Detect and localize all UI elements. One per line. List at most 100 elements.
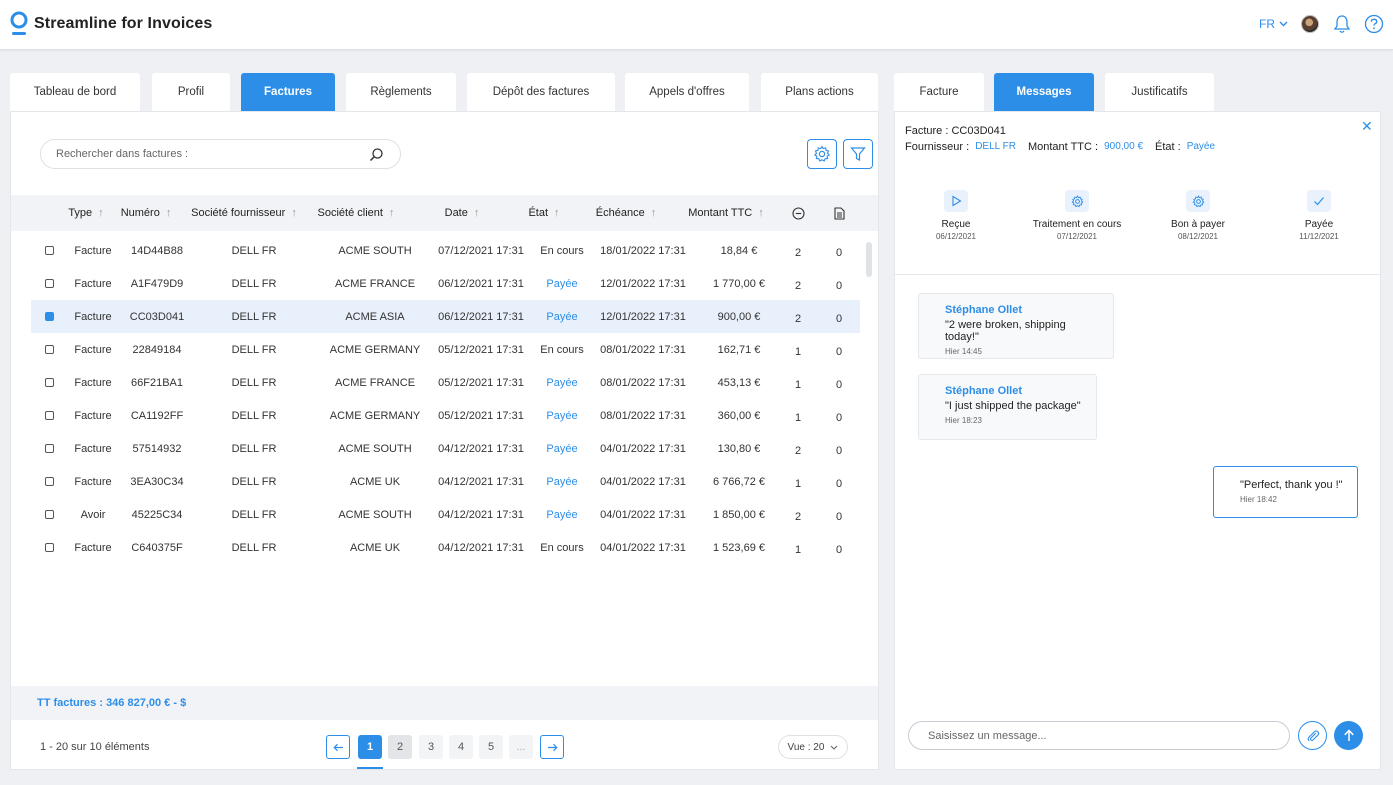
table-row[interactable]: Facture C640375F DELL FR ACME UK 04/12/2021 … (31, 531, 860, 564)
sort-arrow-icon: ↑ (165, 207, 172, 219)
cell-etat: Payée (546, 442, 578, 455)
cell-numero: 45225C34 (131, 508, 183, 521)
table-row[interactable]: Facture 22849184 DELL FR ACME GERMANY 05/12/… (31, 333, 860, 366)
message-input[interactable]: Saisissez un message... (908, 721, 1290, 750)
tab-depot-des-factures[interactable]: Dépôt des factures (467, 73, 615, 111)
table-row[interactable]: Facture CA1192FF DELL FR ACME GERMANY 05/12/… (31, 399, 860, 432)
table-row[interactable]: Facture CC03D041 DELL FR ACME ASIA 06/12/202… (31, 300, 860, 333)
cell-numero: C640375F (131, 541, 183, 554)
bell-icon[interactable] (1333, 14, 1351, 34)
cell-comments: 2 (794, 246, 802, 259)
column-header-fournisseur[interactable]: Société fournisseur ↑ (189, 195, 299, 231)
row-checkbox[interactable] (45, 543, 54, 552)
send-button[interactable] (1334, 721, 1363, 750)
supplier-value[interactable]: DELL FR (975, 141, 1016, 153)
page-button-4[interactable]: 4 (449, 735, 473, 759)
cell-docs: 0 (835, 411, 843, 424)
cell-echeance: 04/01/2022 17:31 (600, 475, 686, 488)
cell-etat: Payée (546, 508, 578, 521)
page-size-select[interactable]: Vue : 20 (778, 735, 848, 759)
language-selector[interactable]: FR (1259, 17, 1288, 31)
previous-page-button[interactable] (326, 735, 350, 759)
search-input[interactable]: Rechercher dans factures : (40, 139, 401, 169)
cell-docs: 0 (835, 345, 843, 358)
tab-reglements[interactable]: Règlements (346, 73, 456, 111)
tab-messages[interactable]: Messages (994, 73, 1094, 111)
table-row[interactable]: Facture A1F479D9 DELL FR ACME FRANCE 06/12/2… (31, 267, 860, 300)
table-row[interactable]: Facture 57514932 DELL FR ACME SOUTH 04/12/20… (31, 432, 860, 465)
table-scrollbar[interactable] (866, 242, 872, 277)
cell-comments: 1 (794, 543, 802, 556)
close-icon[interactable]: ✕ (1361, 118, 1373, 135)
page-button-2[interactable]: 2 (388, 735, 412, 759)
column-header-montant[interactable]: Montant TTC ↑ (681, 195, 771, 231)
row-checkbox[interactable] (45, 477, 54, 486)
settings-button[interactable] (807, 139, 837, 169)
message-text: "2 were broken, shipping today!" (945, 319, 1066, 343)
next-page-button[interactable] (540, 735, 564, 759)
tab-tableau-de-bord[interactable]: Tableau de bord (10, 73, 140, 111)
search-icon[interactable] (369, 147, 384, 162)
cell-date: 04/12/2021 17:31 (438, 442, 524, 455)
gear-icon (1071, 194, 1083, 207)
row-checkbox[interactable] (45, 411, 54, 420)
table-row[interactable]: Avoir 45225C34 DELL FR ACME SOUTH 04/12/2021… (31, 498, 860, 531)
cell-montant: 18,84 € (720, 244, 758, 257)
tab-factures[interactable]: Factures (241, 73, 335, 111)
message-author[interactable]: Stéphane Ollet (945, 385, 1082, 397)
row-checkbox[interactable] (45, 345, 54, 354)
filter-button[interactable] (843, 139, 873, 169)
attach-button[interactable] (1298, 721, 1327, 750)
tab-appels-d-offres[interactable]: Appels d'offres (625, 73, 749, 111)
row-checkbox[interactable] (45, 246, 54, 255)
detail-panel: ✕ Facture : CC03D041 Fournisseur : DELL … (894, 111, 1381, 770)
step-box (1307, 190, 1331, 212)
cell-echeance: 04/01/2022 17:31 (600, 508, 686, 521)
column-header-echeance[interactable]: Échéance ↑ (586, 195, 666, 231)
step-label: Bon à payer (1171, 219, 1225, 230)
tab-profil[interactable]: Profil (152, 73, 230, 111)
tab-plans-actions[interactable]: Plans actions (761, 73, 878, 111)
cell-numero: 3EA30C34 (130, 475, 184, 488)
cell-montant: 162,71 € (717, 343, 761, 356)
column-header-numero[interactable]: Numéro ↑ (116, 195, 176, 231)
column-header-etat[interactable]: État ↑ (516, 195, 572, 231)
row-checkbox[interactable] (45, 279, 54, 288)
table-row[interactable]: Facture 14D44B88 DELL FR ACME SOUTH 07/12/20… (31, 234, 860, 267)
sort-arrow-icon: ↑ (291, 207, 297, 219)
tab-facture[interactable]: Facture (894, 73, 984, 111)
column-header-documents[interactable] (829, 195, 849, 231)
cell-docs: 0 (835, 510, 843, 523)
column-header-type[interactable]: Type ↑ (61, 195, 111, 231)
logo-icon (10, 11, 28, 35)
row-checkbox[interactable] (45, 510, 54, 519)
arrow-up-icon (1343, 729, 1354, 741)
cell-comments: 2 (794, 510, 802, 523)
column-header-date[interactable]: Date ↑ (429, 195, 495, 231)
gear-icon (813, 145, 831, 162)
invoice-summary: Fournisseur : DELL FR Montant TTC : 900,… (905, 141, 1221, 153)
page-button-1[interactable]: 1 (358, 735, 382, 759)
table-row[interactable]: Facture 3EA30C34 DELL FR ACME UK 04/12/2021 … (31, 465, 860, 498)
arrow-left-icon (332, 743, 343, 751)
row-checkbox[interactable] (45, 444, 54, 453)
cell-type: Facture (74, 409, 112, 422)
cell-client: ACME SOUTH (338, 442, 412, 455)
column-header-comments[interactable] (788, 195, 808, 231)
row-checkbox[interactable] (45, 378, 54, 387)
tab-justificatifs[interactable]: Justificatifs (1105, 73, 1214, 111)
cell-echeance: 08/01/2022 17:31 (600, 343, 686, 356)
column-header-client[interactable]: Société client ↑ (311, 195, 401, 231)
user-avatar[interactable] (1301, 15, 1319, 33)
cell-date: 06/12/2021 17:31 (438, 277, 524, 290)
message-author[interactable]: Stéphane Ollet (945, 304, 1099, 316)
table-row[interactable]: Facture 66F21BA1 DELL FR ACME FRANCE 05/12/2… (31, 366, 860, 399)
row-checkbox[interactable] (45, 312, 54, 321)
sort-arrow-icon: ↑ (650, 207, 657, 219)
help-icon[interactable] (1364, 14, 1384, 34)
page-button-3[interactable]: 3 (419, 735, 443, 759)
page-button-5[interactable]: 5 (479, 735, 503, 759)
supplier-label: Fournisseur : (905, 141, 970, 153)
cell-numero: CA1192FF (130, 409, 184, 422)
cell-fournisseur: DELL FR (231, 508, 277, 521)
